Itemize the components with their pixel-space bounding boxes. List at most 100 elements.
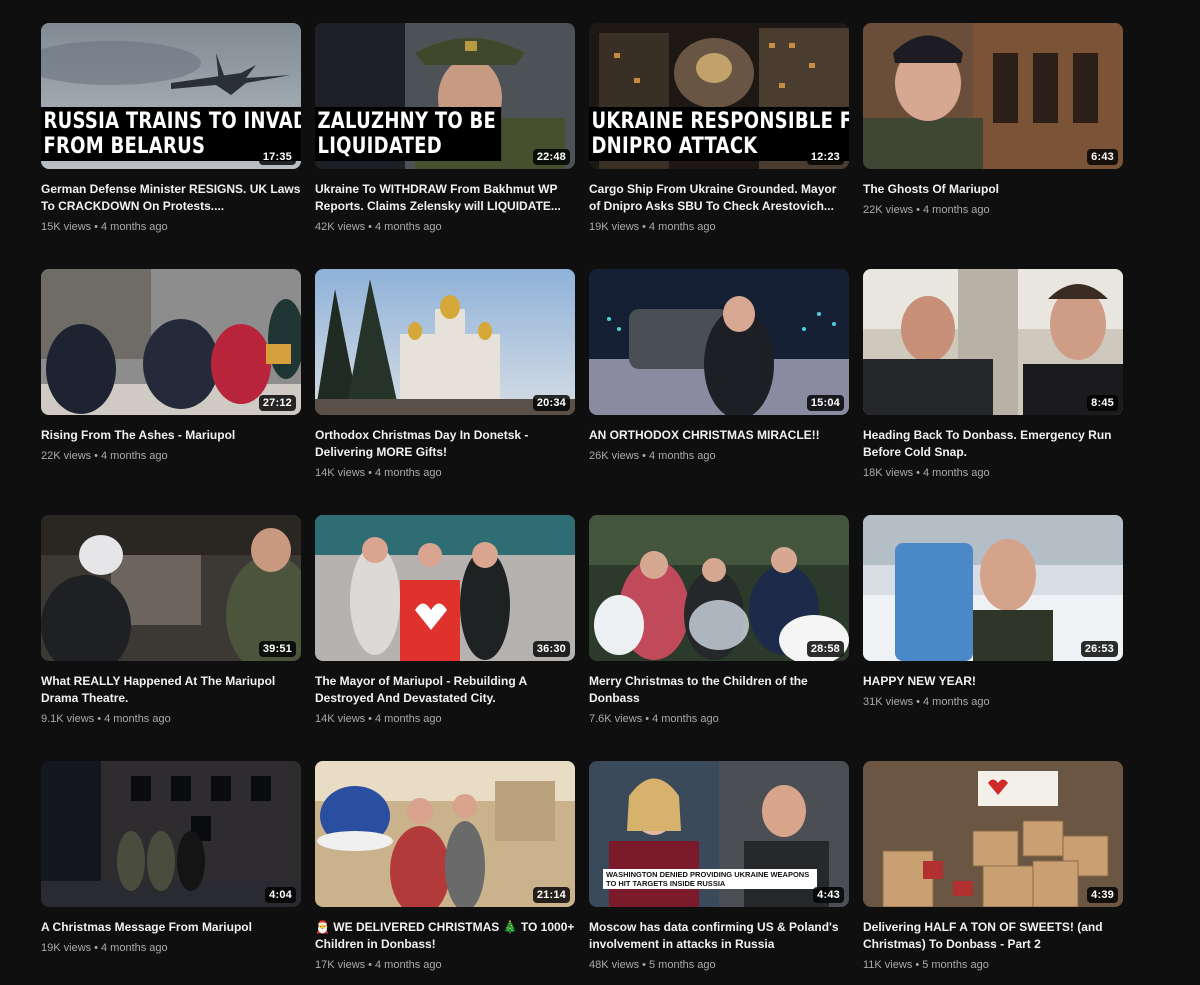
video-title[interactable]: HAPPY NEW YEAR! bbox=[863, 673, 1123, 690]
video-title[interactable]: Rising From The Ashes - Mariupol bbox=[41, 427, 301, 444]
view-count: 48K views bbox=[589, 959, 640, 971]
video-title[interactable]: Ukraine To WITHDRAW From Bakhmut WP Repo… bbox=[315, 181, 575, 215]
video-title[interactable]: Delivering HALF A TON OF SWEETS! (and Ch… bbox=[863, 919, 1123, 953]
video-title[interactable]: Merry Christmas to the Children of the D… bbox=[589, 673, 849, 707]
video-thumbnail[interactable]: 28:58 bbox=[589, 515, 849, 661]
video-thumbnail[interactable]: RUSSIA TRAINS TO INVADE FROM BELARUS17:3… bbox=[41, 23, 301, 169]
meta-separator: • bbox=[915, 959, 920, 971]
video-thumbnail[interactable]: 8:45 bbox=[863, 269, 1123, 415]
video-metadata: 17K views • 4 months ago bbox=[315, 957, 575, 973]
upload-age: 4 months ago bbox=[652, 713, 719, 725]
view-count: 17K views bbox=[315, 959, 366, 971]
duration-badge: 12:23 bbox=[806, 149, 844, 165]
video-card[interactable]: 8:45 Heading Back To Donbass. Emergency R… bbox=[863, 269, 1123, 492]
video-card[interactable]: RUSSIA TRAINS TO INVADE FROM BELARUS17:3… bbox=[41, 23, 301, 246]
upload-age: 4 months ago bbox=[101, 942, 168, 954]
video-card[interactable]: 4:39 Delivering HALF A TON OF SWEETS! (an… bbox=[863, 761, 1123, 984]
duration-badge: 4:39 bbox=[1087, 887, 1118, 903]
thumbnail-image bbox=[589, 269, 849, 415]
thumbnail-image bbox=[41, 515, 301, 661]
video-card[interactable]: 26:53 HAPPY NEW YEAR! 31K views • 4 months a… bbox=[863, 515, 1123, 738]
duration-badge: 8:45 bbox=[1087, 395, 1118, 411]
video-title[interactable]: A Christmas Message From Mariupol bbox=[41, 919, 301, 936]
video-metadata: 22K views • 4 months ago bbox=[863, 202, 1123, 218]
duration-badge: 4:04 bbox=[265, 887, 296, 903]
duration-badge: 36:30 bbox=[532, 641, 570, 657]
view-count: 11K views bbox=[863, 959, 913, 971]
meta-separator: • bbox=[94, 450, 98, 462]
video-metadata: 15K views • 4 months ago bbox=[41, 219, 301, 235]
video-metadata: 9.1K views • 4 months ago bbox=[41, 711, 301, 727]
video-card[interactable]: WASHINGTON DENIED PROVIDING UKRAINE WEAP… bbox=[589, 761, 849, 984]
video-title[interactable]: German Defense Minister RESIGNS. UK Laws… bbox=[41, 181, 301, 215]
video-metadata: 14K views • 4 months ago bbox=[315, 711, 575, 727]
video-card[interactable]: 6:43 The Ghosts Of Mariupol 22K views • 4 mo… bbox=[863, 23, 1123, 246]
meta-separator: • bbox=[94, 942, 98, 954]
video-card[interactable]: 4:04 A Christmas Message From Mariupol 19K… bbox=[41, 761, 301, 984]
video-thumbnail[interactable]: ZALUZHNY TO BE LIQUIDATED 22:48 bbox=[315, 23, 575, 169]
view-count: 14K views bbox=[315, 713, 366, 725]
video-metadata: 22K views • 4 months ago bbox=[41, 448, 301, 464]
video-title[interactable]: Cargo Ship From Ukraine Grounded. Mayor … bbox=[589, 181, 849, 215]
view-count: 42K views bbox=[315, 221, 366, 233]
video-title[interactable]: The Mayor of Mariupol - Rebuilding A Des… bbox=[315, 673, 575, 707]
duration-badge: 39:51 bbox=[258, 641, 296, 657]
view-count: 22K views bbox=[863, 204, 914, 216]
video-card[interactable]: 20:34 Orthodox Christmas Day In Donetsk -… bbox=[315, 269, 575, 492]
duration-badge: 22:48 bbox=[532, 149, 570, 165]
video-thumbnail[interactable]: 26:53 bbox=[863, 515, 1123, 661]
thumbnail-image bbox=[315, 515, 575, 661]
duration-badge: 28:58 bbox=[806, 641, 844, 657]
thumbnail-image bbox=[863, 515, 1123, 661]
video-card[interactable]: 27:12 Rising From The Ashes - Mariupol 22K… bbox=[41, 269, 301, 492]
video-title[interactable]: Moscow has data confirming US & Poland's… bbox=[589, 919, 849, 953]
video-thumbnail[interactable]: 20:34 bbox=[315, 269, 575, 415]
view-count: 19K views bbox=[41, 942, 92, 954]
video-thumbnail[interactable]: WASHINGTON DENIED PROVIDING UKRAINE WEAP… bbox=[589, 761, 849, 907]
video-thumbnail[interactable]: 4:39 bbox=[863, 761, 1123, 907]
video-title[interactable]: The Ghosts Of Mariupol bbox=[863, 181, 1123, 198]
video-metadata: 18K views • 4 months ago bbox=[863, 465, 1123, 481]
video-metadata: 48K views • 5 months ago bbox=[589, 957, 849, 973]
video-card[interactable]: UKRAINE RESPONSIBLE FOR DNIPRO ATTACK12:… bbox=[589, 23, 849, 246]
video-thumbnail[interactable]: 21:14 bbox=[315, 761, 575, 907]
video-metadata: 14K views • 4 months ago bbox=[315, 465, 575, 481]
thumbnail-image bbox=[41, 269, 301, 415]
view-count: 7.6K views bbox=[589, 713, 643, 725]
video-thumbnail[interactable]: 15:04 bbox=[589, 269, 849, 415]
video-card[interactable]: 39:51 What REALLY Happened At The Mariupo… bbox=[41, 515, 301, 738]
video-thumbnail[interactable]: 27:12 bbox=[41, 269, 301, 415]
upload-age: 4 months ago bbox=[649, 221, 716, 233]
video-thumbnail[interactable]: 36:30 bbox=[315, 515, 575, 661]
video-card[interactable]: ZALUZHNY TO BE LIQUIDATED 22:48 Ukraine To… bbox=[315, 23, 575, 246]
video-card[interactable]: 28:58 Merry Christmas to the Children of … bbox=[589, 515, 849, 738]
meta-separator: • bbox=[642, 450, 646, 462]
duration-badge: 26:53 bbox=[1080, 641, 1118, 657]
video-title[interactable]: What REALLY Happened At The Mariupol Dra… bbox=[41, 673, 301, 707]
duration-badge: 17:35 bbox=[258, 149, 296, 165]
video-thumbnail[interactable]: 39:51 bbox=[41, 515, 301, 661]
video-thumbnail[interactable]: 4:04 bbox=[41, 761, 301, 907]
video-card[interactable]: 15:04 AN ORTHODOX CHRISTMAS MIRACLE!! 26K … bbox=[589, 269, 849, 492]
view-count: 22K views bbox=[41, 450, 92, 462]
video-card[interactable]: 21:14 🎅 WE DELIVERED CHRISTMAS 🎄 TO 1000+… bbox=[315, 761, 575, 984]
video-thumbnail[interactable]: UKRAINE RESPONSIBLE FOR DNIPRO ATTACK12:… bbox=[589, 23, 849, 169]
view-count: 19K views bbox=[589, 221, 640, 233]
upload-age: 4 months ago bbox=[923, 204, 990, 216]
thumbnail-image bbox=[315, 269, 575, 415]
video-title[interactable]: AN ORTHODOX CHRISTMAS MIRACLE!! bbox=[589, 427, 849, 444]
video-title[interactable]: 🎅 WE DELIVERED CHRISTMAS 🎄 TO 1000+ Chil… bbox=[315, 919, 575, 953]
video-card[interactable]: 36:30 The Mayor of Mariupol - Rebuilding … bbox=[315, 515, 575, 738]
meta-separator: • bbox=[916, 204, 920, 216]
view-count: 26K views bbox=[589, 450, 640, 462]
video-metadata: 31K views • 4 months ago bbox=[863, 694, 1123, 710]
upload-age: 5 months ago bbox=[922, 959, 989, 971]
thumbnail-overlay-text: ZALUZHNY TO BE LIQUIDATED bbox=[315, 107, 501, 161]
video-title[interactable]: Heading Back To Donbass. Emergency Run B… bbox=[863, 427, 1123, 461]
duration-badge: 15:04 bbox=[806, 395, 844, 411]
thumbnail-image bbox=[315, 761, 575, 907]
upload-age: 4 months ago bbox=[923, 467, 990, 479]
video-thumbnail[interactable]: 6:43 bbox=[863, 23, 1123, 169]
meta-separator: • bbox=[642, 959, 646, 971]
video-title[interactable]: Orthodox Christmas Day In Donetsk - Deli… bbox=[315, 427, 575, 461]
